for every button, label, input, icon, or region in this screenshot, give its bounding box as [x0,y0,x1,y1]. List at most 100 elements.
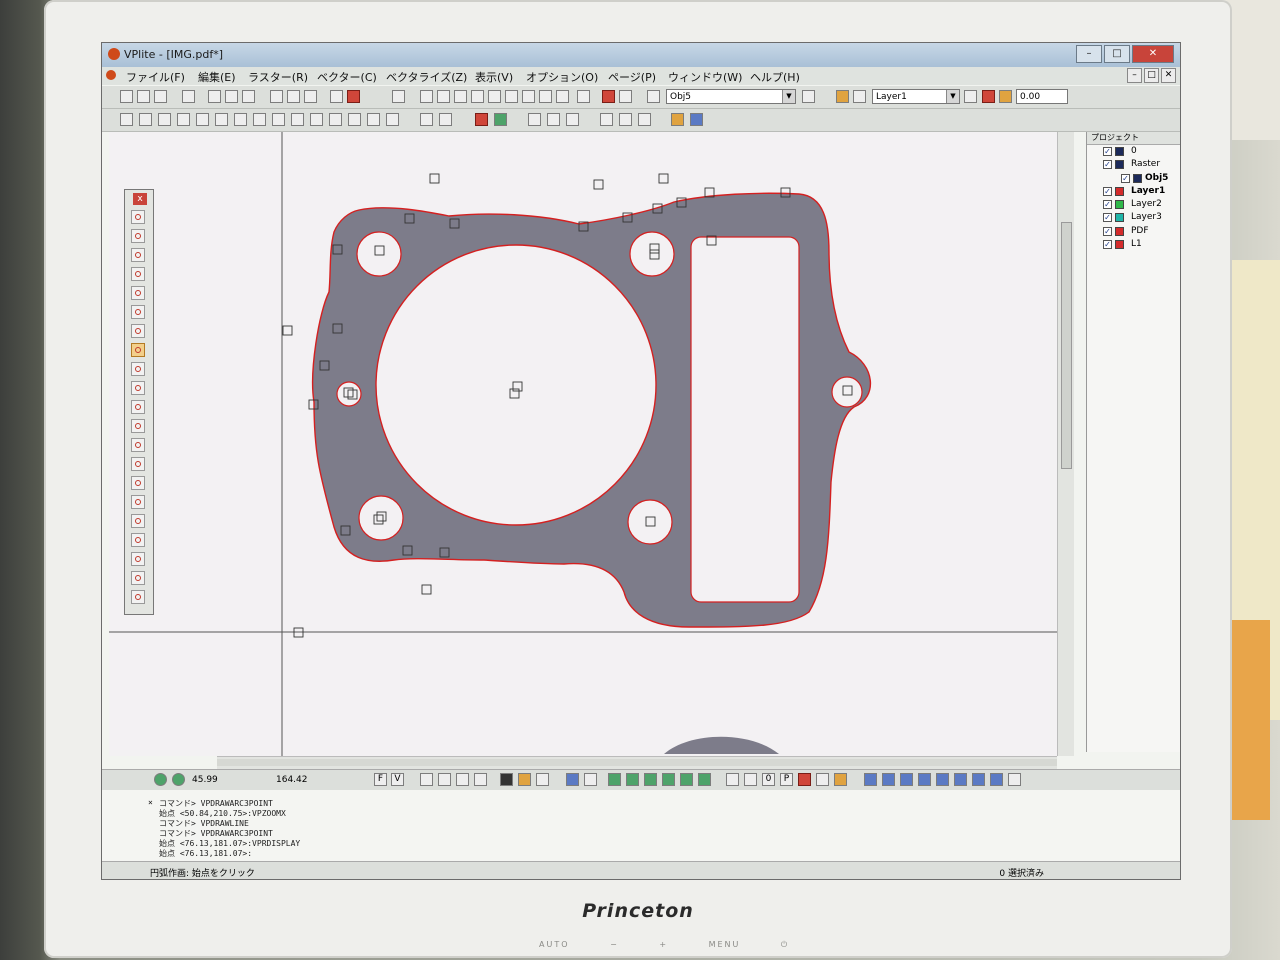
copy-icon[interactable] [225,90,238,103]
shape-tool-icon[interactable] [131,495,145,509]
arc-center-tool-icon[interactable] [131,381,145,395]
menu-edit[interactable]: 編集(E) [198,69,236,85]
check-icon[interactable]: ✓ [1121,173,1130,183]
export-icon[interactable] [304,90,317,103]
arrow-expand-icon[interactable] [291,113,304,126]
select-page-icon[interactable] [420,90,433,103]
grid-zero-button[interactable]: 0 [762,773,775,786]
raster-frame-icon[interactable] [158,113,171,126]
zoom-window-icon[interactable] [522,90,535,103]
grid-fill-6-icon[interactable] [698,773,711,786]
zoom-icon[interactable] [471,90,484,103]
eraser-icon[interactable] [474,773,487,786]
polyline-tool-icon[interactable] [131,248,145,262]
vertical-scroll-thumb[interactable] [1061,222,1072,469]
fill-tool-icon[interactable] [131,476,145,490]
vertical-scrollbar[interactable] [1057,132,1074,756]
menu-help[interactable]: ヘルプ(H) [750,69,800,85]
new-file-icon[interactable] [120,90,133,103]
menu-window[interactable]: ウィンドウ(W) [668,69,742,85]
help-pointer-icon[interactable] [330,90,343,103]
gamma-icon[interactable] [272,113,285,126]
snap-diamond-icon[interactable] [936,773,949,786]
snap-circle-icon[interactable] [918,773,931,786]
raster-fill2-icon[interactable] [196,113,209,126]
display-icon[interactable] [690,113,703,126]
line-width-field[interactable]: 0.00 [1016,89,1068,104]
snap-center-icon[interactable] [438,773,451,786]
circle-tool-icon[interactable] [131,419,145,433]
snap-pen-icon[interactable] [456,773,469,786]
grid-angle-icon[interactable] [834,773,847,786]
check-icon[interactable]: ✓ [1103,160,1112,170]
print-icon[interactable] [182,90,195,103]
text-tool-icon[interactable] [131,514,145,528]
ellipse-center-tool-icon[interactable] [131,457,145,471]
snap-square-icon[interactable] [900,773,913,786]
move-icon[interactable] [253,113,266,126]
mdi-restore-button[interactable]: □ [1144,68,1159,83]
line-tool-icon[interactable] [131,229,145,243]
check-icon[interactable]: ✓ [1103,147,1112,156]
check-icon[interactable]: ✓ [1103,200,1112,210]
grid-fill-1-icon[interactable] [608,773,621,786]
monitor-power-icon[interactable]: ⏻ [781,940,789,949]
layer-properties-icon[interactable] [964,90,977,103]
menu-file[interactable]: ファイル(F) [126,69,185,85]
raster-fill-icon[interactable] [177,113,190,126]
zoom-previous-icon[interactable] [539,90,552,103]
snap-select-icon[interactable] [518,773,531,786]
check-tool-icon[interactable] [131,305,145,319]
fit-page-icon[interactable] [437,90,450,103]
color-swatch-icon[interactable] [500,773,513,786]
undo-icon[interactable] [270,90,283,103]
monitor-button-minus[interactable]: − [610,940,619,949]
command-input[interactable]: 始点 <76.13,181.07>: [159,848,252,859]
grid-arc-icon[interactable] [816,773,829,786]
mirror-icon[interactable] [367,113,380,126]
rotate-icon[interactable] [329,113,342,126]
menu-raster[interactable]: ラスター(R) [248,69,308,85]
move-cross-icon[interactable] [310,113,323,126]
triangle-tool-icon[interactable] [131,267,145,281]
check-icon[interactable]: ✓ [1103,186,1112,196]
project-item-l1[interactable]: ✓ L1 [1087,238,1180,251]
vector-trim-icon[interactable] [439,113,452,126]
grid-fill-5-icon[interactable] [680,773,693,786]
check-icon[interactable]: ✓ [1103,240,1112,250]
crop-icon[interactable] [454,90,467,103]
chevron-down-icon[interactable]: ▼ [946,90,959,103]
check-icon[interactable]: ✓ [1103,213,1112,223]
arc-tool-icon[interactable] [131,362,145,376]
text-abc-icon[interactable] [494,113,507,126]
rectangle-tool-icon[interactable] [131,286,145,300]
object-list-icon[interactable] [647,90,660,103]
vector-pick-icon[interactable] [420,113,433,126]
snap-endpoint-icon[interactable] [864,773,877,786]
snap-tangent-icon[interactable] [972,773,985,786]
close-button[interactable]: ✕ [1132,45,1174,63]
save-icon[interactable] [154,90,167,103]
project-item-pdf[interactable]: ✓ PDF [1087,225,1180,238]
chevron-down-icon[interactable]: ▼ [782,90,795,103]
contrast-icon[interactable] [234,113,247,126]
project-item-raster[interactable]: ✓ Raster [1087,158,1180,171]
layer-move-icon[interactable] [619,90,632,103]
brush-icon[interactable] [215,113,228,126]
trace-icon[interactable] [638,113,651,126]
menu-vectorize[interactable]: ベクタライズ(Z) [386,69,467,85]
project-item-layer3[interactable]: ✓ Layer3 [1087,211,1180,224]
layer-manager-icon[interactable] [836,90,849,103]
properties-icon[interactable] [600,113,613,126]
horizontal-scrollbar[interactable] [217,756,1057,769]
maximize-button[interactable]: □ [1104,45,1130,63]
menu-options[interactable]: オプション(O) [526,69,598,85]
grid-p-button[interactable]: P [780,773,793,786]
page-add-icon[interactable] [547,113,560,126]
close-icon[interactable]: × [148,798,153,807]
layer-color-icon[interactable] [982,90,995,103]
grid-fill-2-icon[interactable] [626,773,639,786]
snap-icon[interactable] [619,113,632,126]
zoom-out-icon[interactable] [505,90,518,103]
snap-measure-icon[interactable] [536,773,549,786]
